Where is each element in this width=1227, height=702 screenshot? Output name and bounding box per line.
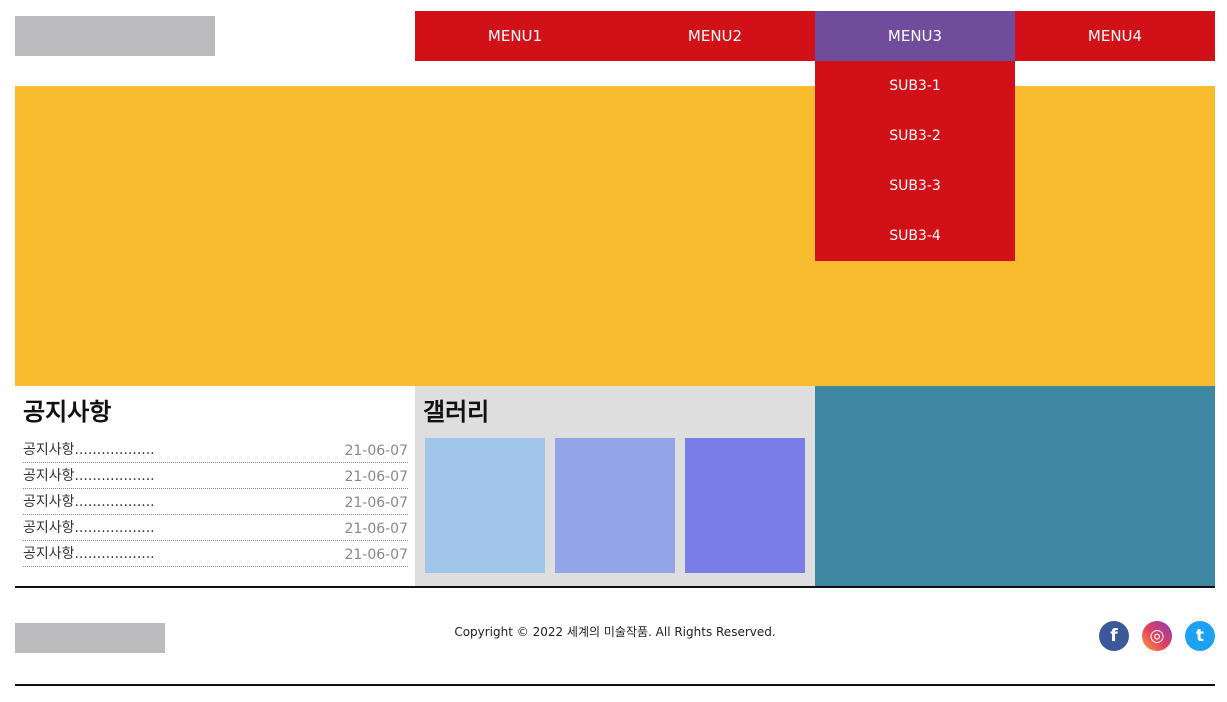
footer-divider-top xyxy=(15,586,1215,588)
gallery-thumb-3[interactable] xyxy=(685,438,805,573)
gallery-title: 갤러리 xyxy=(423,398,490,426)
notice-text[interactable]: 공지사항.................. xyxy=(23,439,155,459)
main-nav: MENU1 MENU2 MENU3 SUB3-1 SUB3-2 SUB3-3 S… xyxy=(415,11,1215,261)
copyright-text: Copyright © 2022 세계의 미술작품. All Rights Re… xyxy=(454,625,776,639)
submenu-item-sub3-1[interactable]: SUB3-1 xyxy=(815,61,1015,111)
gallery-section: 갤러리 xyxy=(415,386,815,586)
notice-date: 21-06-07 xyxy=(344,495,408,511)
submenu-item-sub3-2[interactable]: SUB3-2 xyxy=(815,111,1015,161)
notice-row[interactable]: 공지사항.................. 21-06-07 xyxy=(23,541,408,567)
notice-row[interactable]: 공지사항.................. 21-06-07 xyxy=(23,515,408,541)
submenu-item-sub3-4[interactable]: SUB3-4 xyxy=(815,211,1015,261)
nav-link-menu1[interactable]: MENU1 xyxy=(415,11,615,61)
gallery-thumb-2[interactable] xyxy=(555,438,675,573)
notice-date: 21-06-07 xyxy=(344,443,408,459)
hero-banner xyxy=(15,86,1215,386)
instagram-icon[interactable]: ◎ xyxy=(1142,621,1172,651)
feature-panel xyxy=(815,386,1215,586)
submenu-menu3: SUB3-1 SUB3-2 SUB3-3 SUB3-4 xyxy=(815,61,1015,261)
site-logo[interactable] xyxy=(15,16,215,56)
notice-section: 공지사항 공지사항.................. 21-06-07 공지사… xyxy=(15,386,415,586)
footer-logo[interactable] xyxy=(15,623,165,653)
nav-link-menu2[interactable]: MENU2 xyxy=(615,11,815,61)
nav-item-menu2: MENU2 xyxy=(615,11,815,61)
notice-text[interactable]: 공지사항.................. xyxy=(23,543,155,563)
notice-list: 공지사항.................. 21-06-07 공지사항....… xyxy=(23,437,408,567)
notice-date: 21-06-07 xyxy=(344,469,408,485)
facebook-icon[interactable]: f xyxy=(1099,621,1129,651)
twitter-icon[interactable]: t xyxy=(1185,621,1215,651)
nav-item-menu1: MENU1 xyxy=(415,11,615,61)
gallery-thumbs xyxy=(425,438,807,573)
notice-row[interactable]: 공지사항.................. 21-06-07 xyxy=(23,489,408,515)
notice-text[interactable]: 공지사항.................. xyxy=(23,491,155,511)
notice-date: 21-06-07 xyxy=(344,547,408,563)
social-links: f ◎ t xyxy=(1099,621,1215,651)
nav-link-menu4[interactable]: MENU4 xyxy=(1015,11,1215,61)
notice-text[interactable]: 공지사항.................. xyxy=(23,517,155,537)
notice-row[interactable]: 공지사항.................. 21-06-07 xyxy=(23,463,408,489)
nav-item-menu4: MENU4 xyxy=(1015,11,1215,61)
notice-date: 21-06-07 xyxy=(344,521,408,537)
notice-title: 공지사항 xyxy=(23,398,112,426)
notice-text[interactable]: 공지사항.................. xyxy=(23,465,155,485)
footer-divider-bottom xyxy=(15,684,1215,686)
submenu-item-sub3-3[interactable]: SUB3-3 xyxy=(815,161,1015,211)
nav-link-menu3[interactable]: MENU3 xyxy=(815,11,1015,61)
nav-item-menu3: MENU3 SUB3-1 SUB3-2 SUB3-3 SUB3-4 xyxy=(815,11,1015,261)
gallery-thumb-1[interactable] xyxy=(425,438,545,573)
notice-row[interactable]: 공지사항.................. 21-06-07 xyxy=(23,437,408,463)
